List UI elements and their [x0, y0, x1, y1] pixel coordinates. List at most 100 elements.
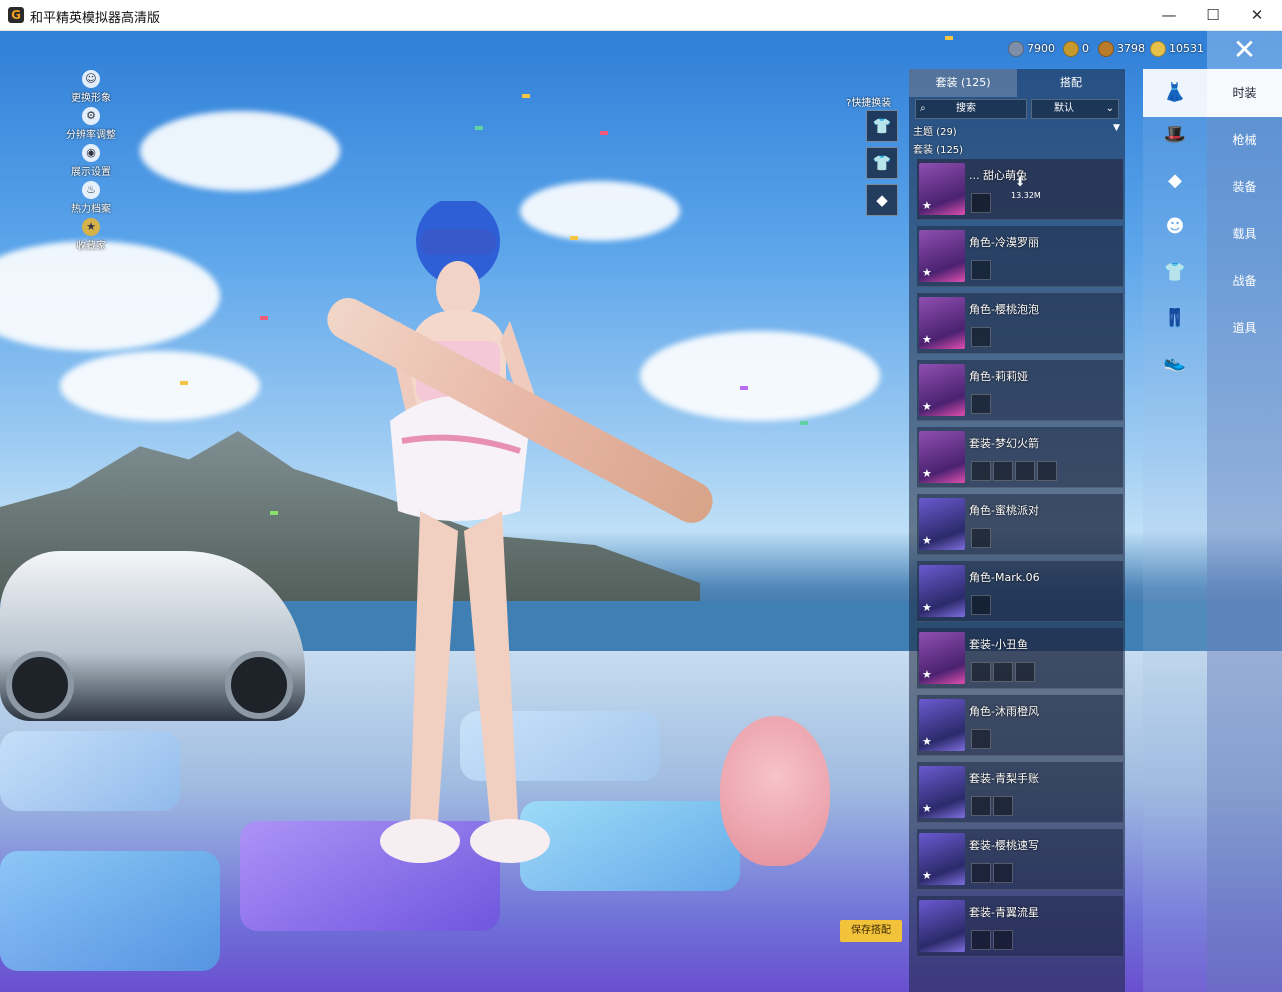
- download-icon[interactable]: ⬇: [1015, 175, 1025, 189]
- shirt-icon: 👕: [872, 154, 892, 172]
- save-outfit-button[interactable]: 保存搭配: [840, 920, 902, 942]
- sort-dropdown[interactable]: 默认 ⌄: [1031, 99, 1119, 119]
- outfit-piece: [971, 327, 991, 347]
- outfit-thumbnail: [919, 900, 965, 952]
- outfit-item[interactable]: 套装-青翼流星: [917, 896, 1123, 957]
- quick-change-slot-2[interactable]: 👕: [866, 147, 898, 179]
- minimize-button[interactable]: —: [1146, 0, 1192, 31]
- currency-gold: 10531: [1150, 41, 1204, 59]
- resolution-button[interactable]: ⚙ 分辨率调整: [62, 107, 120, 141]
- gear-icon: ⚙: [82, 107, 100, 125]
- star-icon: ★: [922, 534, 932, 547]
- top-category-icon[interactable]: 👕: [1159, 257, 1191, 289]
- outfit-piece: [971, 260, 991, 280]
- hat-category-icon[interactable]: 🎩: [1159, 119, 1191, 151]
- star-icon: ★: [922, 601, 932, 614]
- outfit-name: 角色-樱桃泡泡: [969, 303, 1039, 316]
- confetti: [570, 236, 578, 240]
- cloud: [60, 351, 260, 421]
- tab-outfits[interactable]: 套装 (125): [909, 69, 1017, 97]
- tab-vehicles[interactable]: 载具: [1207, 210, 1282, 258]
- search-icon: ⌕: [920, 103, 926, 114]
- player-character: [380, 201, 550, 863]
- star-icon: ★: [922, 266, 932, 279]
- tab-items[interactable]: 道具: [1207, 304, 1282, 352]
- tab-equipment[interactable]: 装备: [1207, 163, 1282, 211]
- outfit-item[interactable]: ★ 角色-莉莉娅: [917, 360, 1123, 421]
- outfit-panel: 套装 (125) 搭配 ⌕ 搜索 默认 ⌄ 主题 (29) ▼ 套装 (125) …: [909, 69, 1125, 992]
- currency-bp: 3798: [1098, 41, 1145, 59]
- outfit-thumbnail: ★: [919, 364, 965, 416]
- currency-coupon: 7900: [1008, 41, 1055, 59]
- window-close-button[interactable]: ✕: [1234, 0, 1280, 31]
- search-input[interactable]: ⌕ 搜索: [915, 99, 1027, 119]
- outfit-name: 套装-樱桃速写: [969, 839, 1039, 852]
- title-bar: G 和平精英模拟器高清版 — ☐ ✕: [0, 0, 1282, 31]
- outfit-item[interactable]: ★ 套装-小丑鱼: [917, 628, 1123, 689]
- chevron-down-icon[interactable]: ▼: [1113, 123, 1120, 133]
- change-avatar-button[interactable]: ☺ 更换形象: [62, 70, 120, 104]
- shoes-category-icon[interactable]: 👟: [1159, 347, 1191, 379]
- quick-change-label: ?快捷换装: [846, 94, 891, 109]
- confetti: [180, 381, 188, 385]
- confetti: [270, 511, 278, 515]
- star-icon: ★: [922, 735, 932, 748]
- gold-coin-icon: [1150, 41, 1166, 57]
- coupon-icon: [1008, 41, 1024, 57]
- outfit-thumbnail: ★: [919, 766, 965, 818]
- outfit-item[interactable]: ★ ... 甜心萌兔 ⬇ 13.32M: [917, 159, 1123, 220]
- outfit-item[interactable]: ★ 套装-梦幻火箭: [917, 427, 1123, 488]
- outfit-item[interactable]: ★ 角色-沐雨橙风: [917, 695, 1123, 756]
- outfit-item[interactable]: ★ 角色-冷漠罗丽: [917, 226, 1123, 287]
- download-size: 13.32M: [1011, 191, 1041, 200]
- maximize-button[interactable]: ☐: [1190, 0, 1236, 31]
- diamond-icon: ◆: [876, 191, 888, 209]
- tab-match[interactable]: 搭配: [1017, 69, 1125, 97]
- outfit-item[interactable]: ★ 角色-樱桃泡泡: [917, 293, 1123, 354]
- pants-category-icon[interactable]: 👖: [1159, 303, 1191, 335]
- outfit-thumbnail: ★: [919, 833, 965, 885]
- collector-button[interactable]: ★ 收藏家: [62, 218, 120, 252]
- outfit-piece: [993, 461, 1013, 481]
- confetti: [800, 421, 808, 425]
- outfit-name: 套装-小丑鱼: [969, 638, 1028, 651]
- outfit-item[interactable]: ★ 套装-樱桃速写: [917, 829, 1123, 890]
- outfit-piece: [971, 461, 991, 481]
- tab-weapons[interactable]: 枪械: [1207, 116, 1282, 164]
- tab-combat-prep[interactable]: 战备: [1207, 257, 1282, 305]
- search-placeholder: 搜索: [956, 103, 976, 114]
- mask-category-icon[interactable]: ☻: [1159, 211, 1191, 243]
- outfit-piece: [971, 595, 991, 615]
- quick-change-slot-1[interactable]: 👕: [866, 110, 898, 142]
- confetti: [600, 131, 608, 135]
- outfit-piece: [971, 729, 991, 749]
- outfit-category-icon[interactable]: 👗: [1143, 69, 1207, 117]
- cloud: [140, 111, 340, 191]
- outfit-thumbnail: ★: [919, 565, 965, 617]
- car: [0, 551, 305, 721]
- outfit-name: 角色-Mark.06: [969, 571, 1040, 584]
- close-wardrobe-button[interactable]: ✕: [1207, 31, 1282, 69]
- outfit-item[interactable]: ★ 套装-青梨手账: [917, 762, 1123, 823]
- star-icon: ★: [922, 869, 932, 882]
- outfit-item[interactable]: ★ 角色-Mark.06: [917, 561, 1123, 622]
- car-wheel: [6, 651, 74, 719]
- quick-change-slot-3[interactable]: ◆: [866, 184, 898, 216]
- outfit-name: 角色-蜜桃派对: [969, 504, 1039, 517]
- confetti: [260, 316, 268, 320]
- gem-category-icon[interactable]: ◆: [1159, 165, 1191, 197]
- star-icon: ★: [922, 333, 932, 346]
- display-settings-button[interactable]: ◉ 展示设置: [62, 144, 120, 178]
- confetti: [740, 386, 748, 390]
- star-icon: ★: [922, 668, 932, 681]
- outfit-piece: [971, 662, 991, 682]
- heat-archive-button[interactable]: ♨ 热力档案: [62, 181, 120, 215]
- outfit-piece: [971, 528, 991, 548]
- outfit-item[interactable]: ★ 角色-蜜桃派对: [917, 494, 1123, 555]
- tab-fashion[interactable]: 时装: [1207, 69, 1282, 117]
- cloud: [0, 241, 220, 351]
- outfit-name: 角色-沐雨橙风: [969, 705, 1039, 718]
- theme-group-label[interactable]: 主题 (29): [913, 123, 957, 138]
- outfit-thumbnail: ★: [919, 297, 965, 349]
- side-action-label: 更换形象: [71, 93, 111, 104]
